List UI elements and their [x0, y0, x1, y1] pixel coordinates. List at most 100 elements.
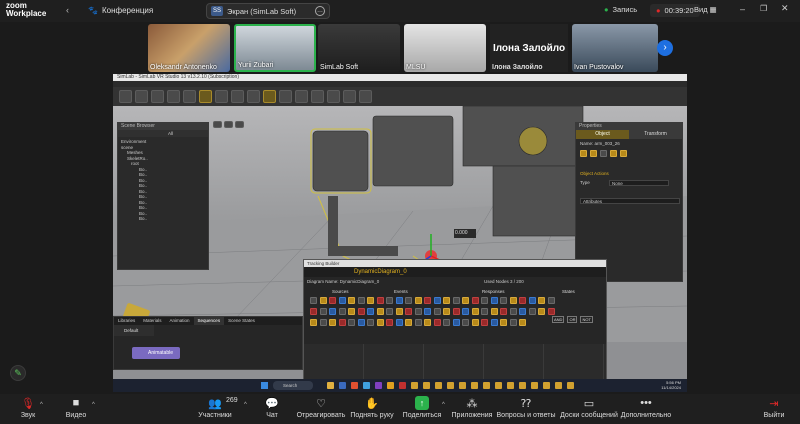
library-tab[interactable]: Materials — [139, 317, 165, 325]
logic-node-icon[interactable] — [490, 308, 498, 315]
logic-node-icon[interactable] — [433, 308, 441, 315]
logic-node-icon[interactable] — [414, 319, 422, 326]
rotate-tool-icon[interactable] — [151, 90, 164, 103]
logic-node-icon[interactable] — [424, 319, 431, 326]
logic-node-icon[interactable] — [481, 308, 488, 315]
logic-node-icon[interactable] — [386, 319, 393, 326]
participant-tile-no-video[interactable]: Ілона Залойло Ілона Залойло — [490, 24, 568, 72]
close-icon[interactable]: ✕ — [781, 3, 789, 14]
screen-share-indicator[interactable]: SS Экран (SimLab Soft) … — [206, 3, 330, 19]
taskbar-clock[interactable]: 5:56 PM 11/14/2024 — [661, 380, 681, 390]
and-gate[interactable]: AND — [552, 316, 565, 323]
taskbar-app-icon[interactable] — [567, 382, 574, 389]
render-tool-icon[interactable] — [247, 90, 260, 103]
logic-node-icon[interactable] — [490, 297, 498, 304]
taskbar-app-icon[interactable] — [363, 382, 370, 389]
select-tool-icon[interactable] — [119, 90, 132, 103]
taskbar-app-icon[interactable] — [435, 382, 442, 389]
taskbar-search[interactable]: Search — [273, 381, 313, 390]
meeting-title[interactable]: 🐾 Конференция — [88, 6, 153, 15]
layout-tool-icon[interactable] — [327, 90, 340, 103]
participant-tile[interactable]: Ivan Pustovalov — [572, 24, 658, 72]
logic-node-icon[interactable] — [367, 308, 374, 315]
logic-node-icon[interactable] — [509, 297, 517, 304]
library-tab[interactable]: Animation — [166, 317, 194, 325]
logic-node-icon[interactable] — [329, 297, 336, 304]
taskbar-app-icon[interactable] — [531, 382, 538, 389]
edit-tool-icon[interactable] — [167, 90, 180, 103]
logic-node-icon[interactable] — [319, 319, 327, 326]
logic-node-icon[interactable] — [338, 319, 346, 326]
logic-node-icon[interactable] — [452, 319, 460, 326]
logic-node-icon[interactable] — [500, 308, 507, 315]
logic-node-icon[interactable] — [538, 297, 545, 304]
taskbar-app-icon[interactable] — [387, 382, 394, 389]
taskbar-app-icon[interactable] — [351, 382, 358, 389]
participant-tile[interactable]: MLSU — [404, 24, 486, 72]
diagram-tab[interactable]: DynamicDiagram_0 — [304, 267, 606, 277]
logic-node-icon[interactable] — [405, 308, 412, 315]
audio-options-chevron-icon[interactable]: ^ — [40, 402, 43, 408]
taskbar-app-icon[interactable] — [459, 382, 466, 389]
logic-node-icon[interactable] — [367, 297, 374, 304]
logic-node-icon[interactable] — [471, 308, 479, 315]
library-tab[interactable]: Sequences — [193, 317, 225, 325]
tab-object[interactable]: Object — [576, 130, 629, 139]
whiteboard-button[interactable]: ▭ Доски сообщений — [557, 396, 621, 420]
object-name[interactable]: Name: arm_003_26 — [576, 139, 682, 148]
logic-node-icon[interactable] — [414, 297, 422, 304]
participant-tile-active[interactable]: Yurii Zubari — [234, 24, 316, 72]
logic-node-icon[interactable] — [357, 297, 365, 304]
chevron-left-icon[interactable]: ‹ — [66, 5, 69, 15]
scale-tool-icon[interactable] — [183, 90, 196, 103]
taskbar-app-icon[interactable] — [483, 382, 490, 389]
logic-node-icon[interactable] — [538, 308, 545, 315]
logic-node-icon[interactable] — [386, 297, 393, 304]
logic-node-icon[interactable] — [424, 297, 431, 304]
annotate-pen-icon[interactable]: ✎ — [10, 365, 26, 381]
logic-node-icon[interactable] — [500, 319, 507, 326]
logic-node-icon[interactable] — [433, 297, 441, 304]
logic-node-icon[interactable] — [357, 308, 365, 315]
logic-node-icon[interactable] — [471, 319, 479, 326]
leave-button[interactable]: ⇥ Выйти — [742, 396, 800, 420]
logic-node-icon[interactable] — [310, 297, 317, 304]
logic-node-icon[interactable] — [329, 308, 336, 315]
scene-filter[interactable]: All — [118, 130, 208, 137]
logic-node-icon[interactable] — [376, 319, 384, 326]
logic-node-icon[interactable] — [519, 297, 526, 304]
animation-tool-icon[interactable] — [263, 90, 276, 103]
logic-node-icon[interactable] — [405, 319, 412, 326]
or-gate[interactable]: OR — [567, 316, 578, 323]
logic-node-icon[interactable] — [462, 308, 469, 315]
camera-icon[interactable] — [213, 121, 222, 128]
logic-node-icon[interactable] — [471, 297, 479, 304]
logic-node-icon[interactable] — [509, 308, 517, 315]
logic-node-icon[interactable] — [462, 319, 469, 326]
eye-icon[interactable] — [610, 150, 617, 157]
windows-start-icon[interactable] — [261, 382, 268, 389]
taskbar-app-icon[interactable] — [495, 382, 502, 389]
video-options-chevron-icon[interactable]: ^ — [92, 402, 95, 408]
help-tool-icon[interactable] — [359, 90, 372, 103]
logic-node-icon[interactable] — [452, 297, 460, 304]
logic-node-icon[interactable] — [509, 319, 517, 326]
taskbar-app-icon[interactable] — [555, 382, 562, 389]
logic-node-icon[interactable] — [481, 297, 488, 304]
not-gate[interactable]: NOT — [580, 316, 593, 323]
scene-tree-node[interactable]: Bo.. — [121, 216, 205, 222]
recording-indicator[interactable]: ● Запись — [604, 5, 637, 14]
scene-tool-icon[interactable] — [295, 90, 308, 103]
logic-node-icon[interactable] — [528, 308, 536, 315]
logic-node-icon[interactable] — [329, 319, 336, 326]
logic-node-icon[interactable] — [433, 319, 441, 326]
taskbar-app-icon[interactable] — [423, 382, 430, 389]
taskbar-app-icon[interactable] — [411, 382, 418, 389]
logic-node-icon[interactable] — [338, 297, 346, 304]
vr-tool-icon[interactable] — [343, 90, 356, 103]
folder-icon[interactable] — [620, 150, 627, 157]
logic-node-icon[interactable] — [376, 297, 384, 304]
logic-node-icon[interactable] — [443, 297, 450, 304]
participant-tile[interactable]: Oleksandr Antonenko — [148, 24, 230, 72]
type-select[interactable]: None — [609, 180, 670, 186]
